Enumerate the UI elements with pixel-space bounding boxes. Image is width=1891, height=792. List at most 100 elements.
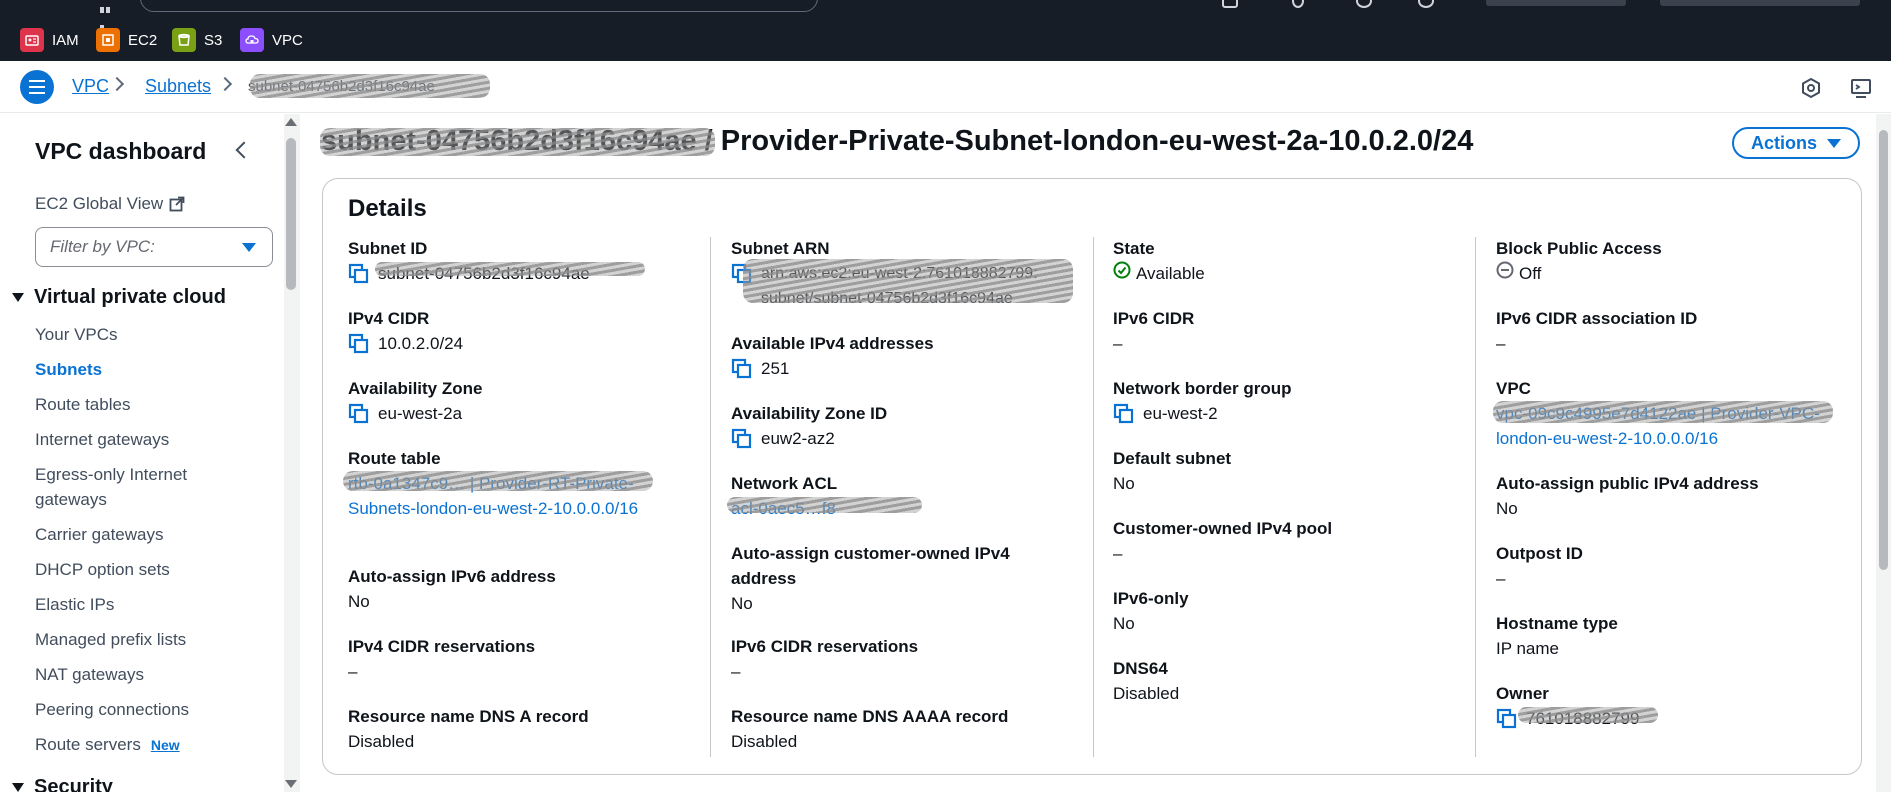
column-divider	[1093, 237, 1094, 757]
vpc-filter-select[interactable]: Filter by VPC:	[35, 227, 273, 267]
side-navigation: VPC dashboard EC2 Global View Filter by …	[0, 114, 285, 792]
field-owner: Owner 761018882799	[1496, 681, 1826, 731]
sidebar-item-egress-only-igw[interactable]: Egress-only Internet gateways	[35, 462, 210, 512]
settings-icon[interactable]	[1418, 0, 1434, 8]
availability-zone-value: eu-west-2a	[378, 404, 463, 423]
redaction-scribble	[1518, 707, 1658, 723]
ipv4-reservations-value: –	[348, 662, 358, 681]
sidebar-item-elastic-ips[interactable]: Elastic IPs	[35, 592, 235, 617]
field-subnet-id: Subnet ID subnet-04756b2d3f16c94ae	[348, 236, 678, 286]
redaction-scribble	[343, 471, 653, 491]
hostname-type-value: IP name	[1496, 639, 1560, 658]
field-label: IPv6 CIDR association ID	[1496, 309, 1698, 328]
favorite-label: VPC	[272, 31, 303, 49]
vpc-cloud-icon	[240, 28, 264, 52]
services-grid-icon[interactable]	[100, 0, 116, 31]
field-value: euw2-az2	[731, 426, 1061, 451]
sidebar-item-route-tables[interactable]: Route tables	[35, 392, 235, 417]
field-label: IPv4 CIDR reservations	[348, 637, 536, 656]
dns64-value: Disabled	[1113, 684, 1180, 703]
redaction-scribble	[743, 259, 1073, 303]
breadcrumb-subnets[interactable]: Subnets	[145, 76, 211, 97]
field-az-id: Availability Zone ID euw2-az2	[731, 401, 1061, 451]
az-id-value: euw2-az2	[761, 429, 835, 448]
region-selector[interactable]	[1486, 0, 1626, 6]
column-divider	[1475, 237, 1476, 757]
field-label: IPv4 CIDR	[348, 309, 430, 328]
field-label: VPC	[1496, 379, 1531, 398]
sidebar-title[interactable]: VPC dashboard	[35, 138, 206, 165]
field-default-subnet: Default subnet No	[1113, 446, 1443, 496]
actions-button[interactable]: Actions	[1732, 127, 1860, 159]
field-label: Resource name DNS AAAA record	[731, 707, 1009, 726]
field-dns-aaaa-record: Resource name DNS AAAA record Disabled	[731, 704, 1061, 754]
info-panel-icon[interactable]	[1800, 77, 1822, 99]
network-border-group-value: eu-west-2	[1143, 404, 1218, 423]
sidebar-scroll-thumb[interactable]	[286, 138, 296, 290]
field-ipv4-cidr: IPv4 CIDR 10.0.2.0/24	[348, 306, 678, 356]
field-label: Availability Zone	[348, 379, 483, 398]
ipv6-only-value: No	[1113, 614, 1135, 633]
favorite-ec2[interactable]: EC2	[96, 28, 157, 52]
collapse-sidebar-icon[interactable]	[235, 141, 253, 159]
field-dns-a-record: Resource name DNS A record Disabled	[348, 704, 678, 754]
state-value: Available	[1136, 264, 1205, 283]
sidebar-item-dhcp-option-sets[interactable]: DHCP option sets	[35, 557, 235, 582]
coip-pool-value: –	[1113, 544, 1123, 563]
search-bar[interactable]	[140, 0, 818, 12]
sidebar-item-your-vpcs[interactable]: Your VPCs	[35, 322, 235, 347]
sidebar-item-ec2-global-view[interactable]: EC2 Global View	[35, 194, 185, 214]
status-success-icon	[1113, 261, 1131, 279]
field-dns64: DNS64 Disabled	[1113, 656, 1443, 706]
sidebar-item-carrier-gateways[interactable]: Carrier gateways	[35, 522, 235, 547]
field-value: Available	[1113, 261, 1443, 286]
field-ipv6-only: IPv6-only No	[1113, 586, 1443, 636]
navigation-menu-button[interactable]	[20, 70, 54, 104]
field-label: Available IPv4 addresses	[731, 334, 934, 353]
sidebar-item-subnets[interactable]: Subnets	[35, 357, 235, 382]
sidebar-item-internet-gateways[interactable]: Internet gateways	[35, 427, 235, 452]
chevron-right-icon	[109, 76, 125, 92]
main-scroll-thumb[interactable]	[1879, 130, 1888, 570]
favorite-s3[interactable]: S3	[172, 28, 222, 52]
notifications-icon[interactable]	[1292, 0, 1304, 8]
redaction-scribble	[375, 262, 645, 276]
copy-icon[interactable]	[731, 358, 753, 380]
sidebar-item-peering-connections[interactable]: Peering connections	[35, 697, 235, 722]
tools-panel-icon[interactable]	[1850, 77, 1872, 99]
section-security[interactable]: Security	[12, 776, 113, 792]
copy-icon[interactable]	[348, 333, 370, 355]
caret-down-icon	[12, 783, 24, 792]
sidebar-item-managed-prefix-lists[interactable]: Managed prefix lists	[35, 627, 235, 652]
field-label: Availability Zone ID	[731, 404, 888, 423]
field-label: Block Public Access	[1496, 239, 1662, 258]
auto-assign-coip-value: No	[731, 594, 753, 613]
help-icon[interactable]	[1356, 0, 1372, 8]
field-state: State Available	[1113, 236, 1443, 286]
field-auto-assign-public-ipv4: Auto-assign public IPv4 address No	[1496, 471, 1826, 521]
scroll-down-arrow-icon[interactable]	[285, 780, 297, 788]
details-container: Details Subnet ID subnet-04756b2d3f16c94…	[322, 178, 1862, 775]
copy-icon[interactable]	[731, 428, 753, 450]
field-label: Auto-assign customer-owned IPv4 address	[731, 544, 1010, 588]
favorite-vpc[interactable]: VPC	[240, 28, 303, 52]
section-virtual-private-cloud[interactable]: Virtual private cloud	[12, 286, 226, 309]
sidebar-item-label: Route servers	[35, 735, 141, 754]
breadcrumb-vpc[interactable]: VPC	[72, 76, 109, 97]
default-subnet-value: No	[1113, 474, 1135, 493]
account-menu[interactable]	[1660, 0, 1860, 6]
field-value: eu-west-2	[1113, 401, 1443, 426]
favorite-iam[interactable]: IAM	[20, 28, 79, 52]
field-outpost-id: Outpost ID –	[1496, 541, 1826, 591]
copy-icon[interactable]	[348, 263, 370, 285]
favorite-label: S3	[204, 31, 223, 49]
copy-icon[interactable]	[1113, 403, 1135, 425]
copy-icon[interactable]	[348, 403, 370, 425]
scroll-up-arrow-icon[interactable]	[285, 118, 297, 126]
cloudshell-icon[interactable]	[1222, 0, 1238, 8]
copy-icon[interactable]	[1496, 708, 1518, 730]
ipv4-cidr-value: 10.0.2.0/24	[378, 334, 464, 353]
redaction-scribble	[727, 497, 922, 513]
sidebar-item-nat-gateways[interactable]: NAT gateways	[35, 662, 235, 687]
sidebar-item-route-servers[interactable]: Route servers New	[35, 732, 235, 758]
